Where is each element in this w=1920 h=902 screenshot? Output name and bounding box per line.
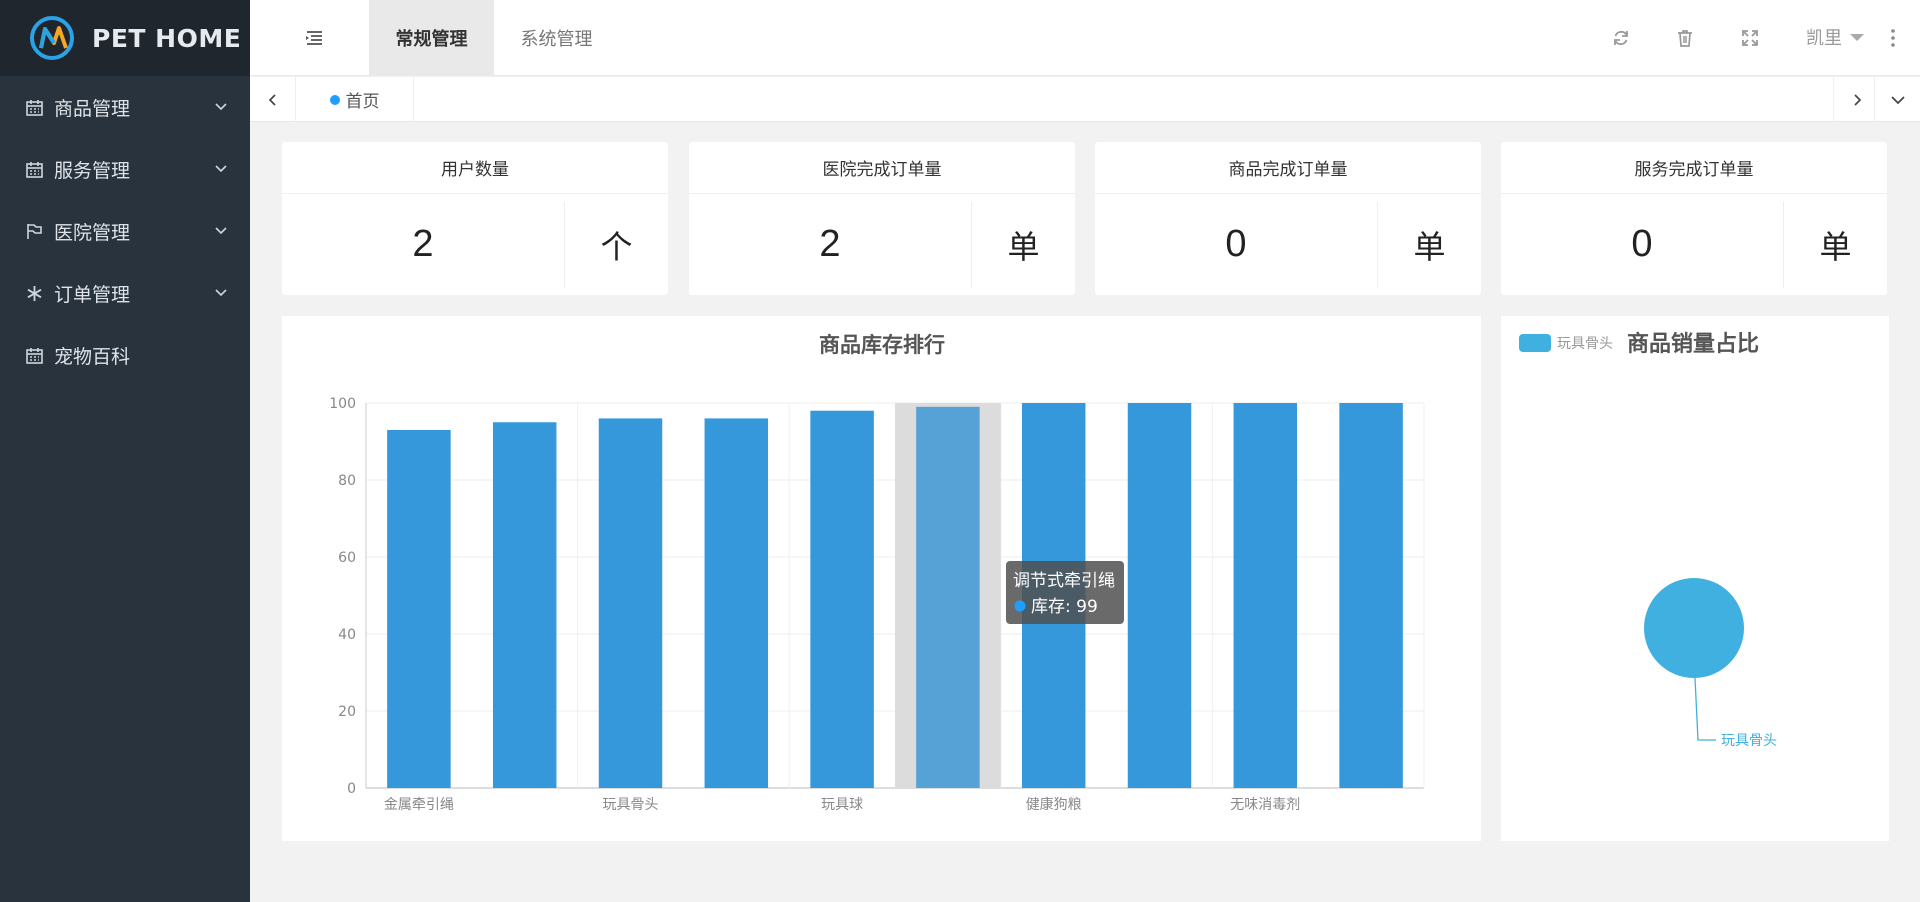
- tabs-options-button[interactable]: [1874, 77, 1920, 122]
- stat-card-title: 用户数量: [282, 142, 668, 194]
- stat-card-value: 0: [1225, 223, 1247, 265]
- tab-general-management[interactable]: 常规管理: [369, 0, 494, 76]
- more-vertical-icon[interactable]: [1883, 28, 1903, 48]
- y-tick-label: 0: [347, 781, 356, 797]
- y-tick-label: 80: [338, 473, 356, 489]
- calendar-icon: [24, 97, 44, 117]
- tabs-scroll-right-button[interactable]: [1833, 77, 1879, 122]
- stat-card-title: 医院完成订单量: [689, 142, 1075, 194]
- page-tab-bar: 首页: [250, 77, 1920, 122]
- chevron-left-icon: [268, 93, 276, 106]
- stat-card-value: 0: [1631, 223, 1653, 265]
- calendar-icon: [24, 345, 44, 365]
- x-tick-label: 健康狗粮: [1026, 796, 1082, 813]
- stat-card-title: 商品完成订单量: [1095, 142, 1481, 194]
- bar[interactable]: [598, 418, 663, 788]
- legend-swatch[interactable]: [1519, 334, 1551, 352]
- chart-title: 商品库存排行: [819, 333, 945, 357]
- flag-icon: [24, 221, 44, 241]
- chevron-down-icon: [215, 103, 227, 111]
- top-header: 常规管理 系统管理 凯里: [250, 0, 1920, 76]
- chevron-down-icon: [215, 289, 227, 297]
- chevron-right-icon: [1853, 93, 1861, 106]
- tabs-scroll-left-button[interactable]: [250, 77, 296, 122]
- stat-card-service-orders: 服务完成订单量 0 单: [1501, 142, 1887, 295]
- sales-share-panel: 玩具骨头 商品销量占比 玩具骨头: [1501, 316, 1889, 841]
- logo-icon: [30, 16, 74, 60]
- chart-title: 商品销量占比: [1627, 331, 1759, 357]
- caret-down-icon: [1850, 33, 1864, 41]
- y-tick-label: 60: [338, 550, 356, 566]
- x-tick-label: 玩具球: [821, 797, 863, 813]
- stat-card-hospital-orders: 医院完成订单量 2 单: [689, 142, 1075, 295]
- tooltip-title: 调节式牵引绳: [1013, 571, 1115, 591]
- sidebar-item-label: 宠物百科: [54, 345, 131, 368]
- active-dot-icon: [329, 94, 340, 105]
- sidebar-item-label: 订单管理: [54, 283, 131, 306]
- x-tick-label: 金属牵引绳: [384, 797, 454, 813]
- bar[interactable]: [1127, 403, 1192, 788]
- bar[interactable]: [1233, 403, 1298, 788]
- stock-ranking-panel: 商品库存排行 0 20 40 60 80 100 金属牵引绳 玩具骨头 玩具球 健康狗粮 无味消毒剂 调…: [282, 316, 1481, 841]
- x-tick-label: 玩具骨头: [603, 797, 659, 813]
- sidebar-item-pet-wiki[interactable]: 宠物百科: [0, 324, 250, 386]
- bar[interactable]: [492, 422, 557, 788]
- tab-system-management[interactable]: 系统管理: [494, 0, 619, 76]
- chevron-down-icon: [1890, 95, 1905, 104]
- sidebar-item-orders[interactable]: 订单管理: [0, 262, 250, 324]
- menu-toggle-icon[interactable]: [304, 28, 324, 48]
- pie-slice-label: 玩具骨头: [1721, 733, 1777, 749]
- tab-home-label: 首页: [345, 92, 380, 112]
- chevron-down-icon: [215, 165, 227, 173]
- tab-home[interactable]: 首页: [296, 77, 414, 122]
- sidebar-item-hospitals[interactable]: 医院管理: [0, 200, 250, 262]
- stat-card-unit: 单: [1413, 227, 1446, 266]
- sidebar-menu: 商品管理 服务管理 医院管理 订单管理 宠物百科: [0, 76, 250, 386]
- fullscreen-icon[interactable]: [1740, 28, 1760, 48]
- tooltip-value: 库存: 99: [1031, 597, 1098, 617]
- y-tick-label: 40: [338, 627, 356, 643]
- stat-card-unit: 单: [1819, 227, 1852, 266]
- bar[interactable]: [810, 410, 874, 788]
- y-tick-label: 20: [338, 704, 356, 720]
- stat-card-value: 2: [819, 223, 841, 265]
- trash-icon[interactable]: [1675, 28, 1695, 48]
- pie-label-line: [1694, 677, 1716, 741]
- user-menu[interactable]: 凯里: [1806, 24, 1864, 50]
- bar[interactable]: [916, 406, 980, 788]
- stat-card-value: 2: [412, 223, 434, 265]
- stat-card-users: 用户数量 2 个: [282, 142, 668, 295]
- sidebar-item-label: 医院管理: [54, 221, 131, 244]
- logo-text: PET HOME: [92, 23, 242, 53]
- bar[interactable]: [1339, 403, 1403, 788]
- sidebar: PET HOME 商品管理 服务管理 医院管理 订单管理 宠物百科: [0, 0, 250, 902]
- sidebar-item-label: 商品管理: [54, 97, 131, 120]
- stat-card-unit: 个: [600, 227, 633, 266]
- x-tick-label: 无味消毒剂: [1230, 797, 1300, 813]
- snowflake-icon: [24, 283, 44, 303]
- sales-share-chart: 玩具骨头 商品销量占比玩具骨头: [1519, 331, 1777, 749]
- chart-tooltip: 调节式牵引绳库存: 99: [1006, 561, 1124, 624]
- sidebar-item-goods[interactable]: 商品管理: [0, 76, 250, 138]
- sidebar-item-services[interactable]: 服务管理: [0, 138, 250, 200]
- bar[interactable]: [387, 429, 451, 788]
- stock-ranking-chart: 商品库存排行 0 20 40 60 80 100 金属牵引绳 玩具骨头 玩具球 健康狗粮 无味消毒剂 调…: [329, 333, 1425, 813]
- stat-card-goods-orders: 商品完成订单量 0 单: [1095, 142, 1481, 295]
- logo[interactable]: PET HOME: [0, 0, 250, 76]
- stat-card-unit: 单: [1007, 227, 1040, 266]
- calendar-icon: [24, 159, 44, 179]
- user-name: 凯里: [1806, 28, 1842, 49]
- stat-card-title: 服务完成订单量: [1501, 142, 1887, 194]
- y-tick-label: 100: [329, 396, 356, 412]
- tooltip-marker: [1014, 600, 1026, 612]
- pie-slice[interactable]: [1644, 578, 1744, 678]
- sidebar-item-label: 服务管理: [54, 159, 131, 182]
- refresh-icon[interactable]: [1611, 28, 1631, 48]
- legend-label[interactable]: 玩具骨头: [1557, 336, 1613, 352]
- chevron-down-icon: [215, 227, 227, 235]
- bar[interactable]: [704, 418, 769, 788]
